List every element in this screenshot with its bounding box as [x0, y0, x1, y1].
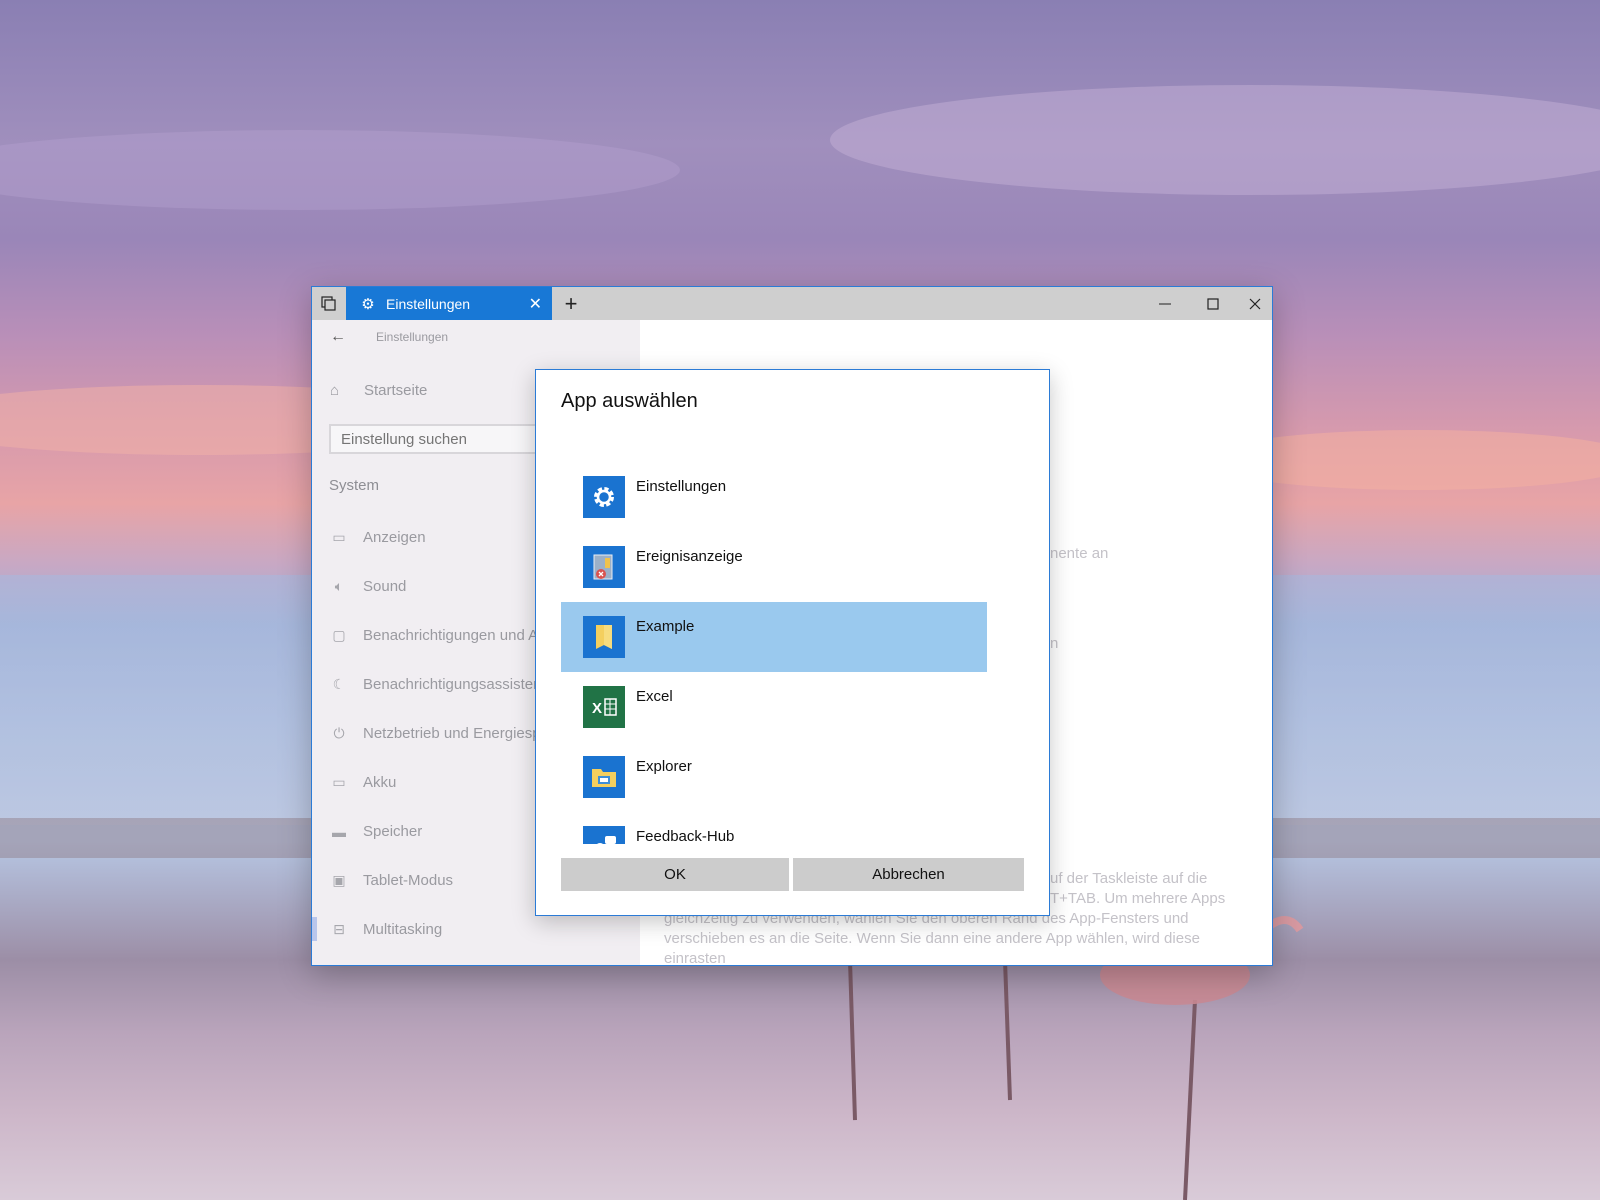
gear-icon: ⚙ [361, 295, 375, 313]
list-item-selected[interactable]: Example [561, 602, 987, 672]
notification-icon: ▢ [332, 627, 346, 643]
back-arrow-icon[interactable]: ← [330, 328, 350, 348]
close-window-button[interactable] [1238, 287, 1272, 320]
tab-list-button[interactable] [312, 287, 345, 320]
home-icon: ⌂ [330, 382, 340, 399]
breadcrumb: Einstellungen [376, 330, 449, 344]
minimize-button[interactable] [1142, 287, 1188, 320]
monitor-icon: ▭ [332, 529, 346, 545]
tab-settings[interactable]: ⚙ Einstellungen ✕ [346, 287, 552, 320]
list-item[interactable]: Explorer [561, 742, 987, 812]
maximize-icon [1207, 297, 1219, 310]
tablet-icon: ▣ [332, 872, 346, 888]
sidebar-item-label: Multitasking [363, 921, 443, 938]
sidebar-item-home[interactable]: ⌂ Startseite [330, 382, 427, 399]
app-name: Einstellungen [636, 478, 727, 495]
svg-text:X: X [592, 700, 602, 717]
close-icon [1249, 298, 1261, 309]
section-title: System [329, 477, 380, 494]
feedback-hub-icon [583, 826, 625, 844]
app-name: Explorer [636, 758, 692, 775]
new-tab-button[interactable]: + [552, 287, 590, 320]
list-item[interactable]: Einstellungen [561, 462, 987, 532]
file-explorer-icon [583, 756, 625, 798]
folder-note-icon [583, 616, 625, 658]
content-line: einrasten [664, 950, 726, 966]
storage-icon: ▬ [332, 823, 346, 840]
ok-button[interactable]: OK [561, 858, 789, 891]
sidebar-item-label: Benachrichtigungsassisten [363, 676, 542, 693]
moon-icon: ☾ [332, 676, 346, 692]
multitasking-icon: ⊟ [333, 921, 345, 937]
tabs-icon [320, 295, 336, 311]
battery-icon: ▭ [332, 774, 346, 790]
list-item[interactable]: Ereignisanzeige [561, 532, 987, 602]
dialog-title: App auswählen [561, 390, 698, 412]
content-line: verschieben es an die Seite. Wenn Sie da… [664, 930, 1200, 947]
speaker-icon: 🔈︎ [334, 578, 344, 594]
app-name: Example [636, 618, 695, 635]
close-tab-icon[interactable]: ✕ [529, 287, 542, 320]
tab-label: Einstellungen [386, 295, 471, 312]
list-item[interactable]: X Excel [561, 672, 987, 742]
minimize-icon [1159, 303, 1171, 304]
content-text-fragment: n [1050, 635, 1059, 652]
title-bar: ⚙ Einstellungen ✕ + [312, 287, 1272, 320]
list-item[interactable]: Feedback-Hub [561, 812, 987, 844]
sidebar-item-label: Benachrichtigungen und A [363, 627, 539, 644]
app-name: Ereignisanzeige [636, 548, 743, 565]
gear-icon [583, 476, 625, 518]
home-label: Startseite [364, 382, 428, 399]
excel-icon: X [583, 686, 625, 728]
content-text-fragment: nente an [1050, 545, 1109, 562]
sidebar-item-label: Netzbetrieb und Energiesp [363, 725, 541, 742]
maximize-button[interactable] [1188, 287, 1238, 320]
sidebar-item-label: Speicher [363, 823, 423, 840]
app-list[interactable]: Einstellungen Ereignisanzeige Example X … [561, 462, 987, 844]
power-icon: ⏻ [333, 725, 345, 741]
sidebar-item-label: Tablet-Modus [363, 872, 454, 889]
app-name: Feedback-Hub [636, 828, 735, 844]
sidebar-item-label: Akku [363, 774, 397, 791]
app-picker-dialog: App auswählen Einstellungen Ereignisanze… [535, 369, 1050, 916]
sidebar-item-label: Anzeigen [363, 529, 426, 546]
app-name: Excel [636, 688, 673, 705]
sidebar-item-label: Sound [363, 578, 407, 595]
event-viewer-icon [583, 546, 625, 588]
cancel-button[interactable]: Abbrechen [793, 858, 1024, 891]
